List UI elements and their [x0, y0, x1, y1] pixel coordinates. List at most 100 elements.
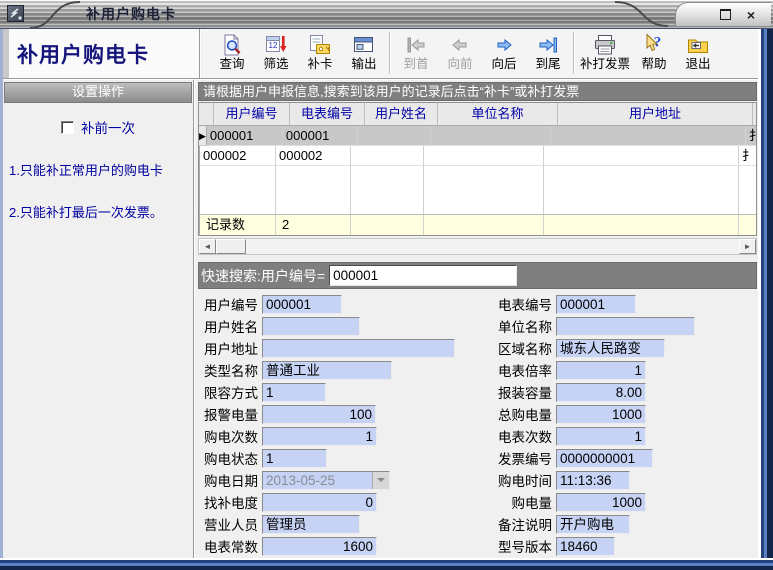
- toolbar-button-output[interactable]: 输出: [342, 31, 386, 72]
- table-row[interactable]: 000002 000002 扌: [199, 146, 756, 166]
- table-row[interactable]: ▶ 000001 000001 扌: [199, 126, 756, 146]
- operator-field[interactable]: 管理员: [262, 515, 360, 534]
- installed-capacity-field[interactable]: 8.00: [556, 383, 646, 402]
- meter-id-field[interactable]: 000001: [556, 295, 636, 314]
- dropdown-arrow-icon[interactable]: [372, 472, 389, 489]
- user-address-field[interactable]: [262, 339, 455, 358]
- cell-meter-id[interactable]: 000002: [276, 146, 351, 166]
- toolbar-button-query[interactable]: 查询: [210, 31, 254, 72]
- unit-name-field[interactable]: [556, 317, 695, 336]
- toolbar-button-exit[interactable]: 退出: [676, 31, 720, 72]
- table-header-row: 用户编号 电表编号 用户姓名 单位名称 用户地址: [199, 103, 756, 126]
- field-label: 电表编号: [486, 294, 554, 314]
- toolbar-button-prev[interactable]: 向前: [438, 31, 482, 72]
- table-header-user-address[interactable]: 用户地址: [558, 103, 753, 125]
- user-name-field[interactable]: [262, 317, 360, 336]
- area-name-field[interactable]: 城东人民路变: [556, 339, 665, 358]
- scroll-left-button[interactable]: ◄: [199, 239, 216, 254]
- field-label: 区域名称: [486, 338, 554, 358]
- toolbar-button-help[interactable]: ? 帮助: [632, 31, 676, 72]
- toolbar-button-label: 补卡: [307, 57, 332, 72]
- cell-user-address[interactable]: [544, 146, 739, 166]
- quick-search-input[interactable]: [329, 265, 517, 286]
- toolbar-button-reprint-invoice[interactable]: 补打发票: [578, 31, 632, 72]
- app-icon[interactable]: [7, 5, 24, 22]
- limit-mode-field[interactable]: 1: [262, 383, 326, 402]
- model-version-field[interactable]: 18460: [556, 537, 615, 556]
- top-strip: 补用户购电卡 查询: [3, 29, 758, 78]
- cell-user-id[interactable]: 000002: [200, 146, 276, 166]
- titlebar[interactable]: 补用户购电卡 ×: [0, 0, 773, 29]
- toolbar-button-first[interactable]: 到首: [394, 31, 438, 72]
- meter-count-field[interactable]: 1: [556, 427, 646, 446]
- table-header-meter-id[interactable]: 电表编号: [290, 103, 365, 125]
- cell-clipped[interactable]: 扌: [739, 146, 756, 166]
- field-label: 类型名称: [202, 360, 260, 380]
- checkbox-row-previous-once[interactable]: 补前一次: [3, 117, 193, 137]
- previous-once-checkbox[interactable]: [61, 121, 74, 134]
- cell-meter-id[interactable]: 000001: [283, 126, 358, 146]
- toolbar-button-last[interactable]: 到尾: [526, 31, 570, 72]
- app-window: 补用户购电卡 × 补用户购电卡: [0, 0, 773, 570]
- cell-user-address[interactable]: [551, 126, 746, 146]
- cell-unit-name[interactable]: [431, 126, 551, 146]
- user-id-field[interactable]: 000001: [262, 295, 342, 314]
- purchase-date-combobox[interactable]: 2013-05-25: [262, 471, 390, 490]
- field-label: 找补电度: [202, 492, 260, 512]
- page-title-box: 补用户购电卡: [3, 29, 199, 78]
- exit-icon: [686, 32, 710, 57]
- scroll-right-button[interactable]: ►: [739, 239, 756, 254]
- toolbar-button-filter[interactable]: 12 筛选: [254, 31, 298, 72]
- alarm-power-field[interactable]: 100: [262, 405, 376, 424]
- field-label: 发票编号: [486, 448, 554, 468]
- toolbar-button-label: 到首: [403, 57, 428, 72]
- scrollbar-track[interactable]: [246, 239, 739, 254]
- field-label: 用户地址: [202, 338, 260, 358]
- cell-user-id[interactable]: 000001: [207, 126, 283, 146]
- go-prev-icon: [448, 32, 472, 57]
- filter-calendar-icon: 12: [264, 32, 288, 57]
- meter-ratio-field[interactable]: 1: [556, 361, 646, 380]
- cell-clipped[interactable]: 扌: [746, 126, 756, 146]
- cell-user-name[interactable]: [358, 126, 431, 146]
- toolbar-button-label: 输出: [351, 57, 376, 72]
- field-label: 备注说明: [486, 514, 554, 534]
- toolbar-button-label: 筛选: [263, 57, 288, 72]
- maximize-button[interactable]: [717, 7, 733, 22]
- go-next-icon: [492, 32, 516, 57]
- scrollbar-thumb[interactable]: [216, 239, 246, 254]
- close-button[interactable]: ×: [743, 7, 759, 22]
- purchase-status-field[interactable]: 1: [262, 449, 327, 468]
- form-column-left: 用户编号000001 用户姓名 用户地址 类型名称普通工业 限容方式1 报警电量…: [198, 293, 486, 558]
- sidebar-note-2: 2.只能补打最后一次发票。: [9, 205, 189, 221]
- cell-user-name[interactable]: [351, 146, 424, 166]
- total-purchased-field[interactable]: 1000: [556, 405, 646, 424]
- remarks-field[interactable]: 开户购电: [556, 515, 630, 534]
- table-header-user-name[interactable]: 用户姓名: [365, 103, 438, 125]
- table-summary-row: 记录数 2: [199, 214, 756, 235]
- invoice-number-field[interactable]: 0000000001: [556, 449, 653, 468]
- purchase-count-field[interactable]: 1: [262, 427, 377, 446]
- field-label: 电表常数: [202, 536, 260, 556]
- filler-cell: [200, 166, 276, 214]
- purchase-amount-field[interactable]: 1000: [556, 493, 646, 512]
- field-label: 用户编号: [202, 294, 260, 314]
- cell-unit-name[interactable]: [424, 146, 544, 166]
- toolbar-button-card[interactable]: 补卡: [298, 31, 342, 72]
- table-header-unit-name[interactable]: 单位名称: [438, 103, 558, 125]
- table-header-indicator: [199, 103, 214, 125]
- meter-constant-field[interactable]: 1600: [262, 537, 377, 556]
- purchase-time-field[interactable]: 11:13:36: [556, 471, 630, 490]
- type-name-field[interactable]: 普通工业: [262, 361, 392, 380]
- horizontal-scrollbar[interactable]: ◄ ►: [198, 238, 757, 255]
- maximize-icon: [720, 9, 731, 20]
- toolbar-button-label: 向前: [447, 57, 472, 72]
- table-header-user-id[interactable]: 用户编号: [214, 103, 290, 125]
- field-label: 型号版本: [486, 536, 554, 556]
- compensation-field[interactable]: 0: [262, 493, 377, 512]
- field-label: 购电时间: [486, 470, 554, 490]
- instruction-bar: 请根据用户申报信息,搜索到该用户的记录后点击“补卡”或补打发票: [198, 82, 757, 101]
- toolbar-button-next[interactable]: 向后: [482, 31, 526, 72]
- form-column-right: 电表编号000001 单位名称 区域名称城东人民路变 电表倍率1 报装容量8.0…: [486, 293, 757, 558]
- window-body: 补用户购电卡 查询: [3, 29, 758, 558]
